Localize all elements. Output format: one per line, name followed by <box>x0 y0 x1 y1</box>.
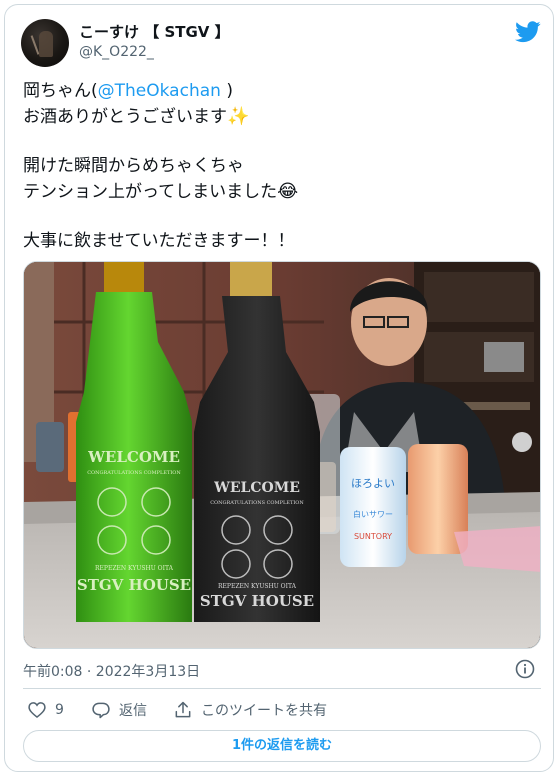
can-sublabel: 白いサワー <box>353 509 393 519</box>
bottle-right-house: STGV HOUSE <box>200 592 314 610</box>
tweet-line-2: お酒ありがとうございます✨ <box>23 106 250 127</box>
tweet-header: こーすけ 【 STGV 】 @K_O222_ <box>21 17 541 73</box>
like-count: 9 <box>55 702 64 718</box>
tweet-text: 岡ちゃん(@TheOkachan ) お酒ありがとうございます✨ 開けた瞬間から… <box>23 79 539 254</box>
like-button[interactable]: 9 <box>27 697 64 723</box>
tweet-line-5: 大事に飲ませていただきますー！！ <box>23 231 295 251</box>
bottle-left-congrats: CONGRATULATIONS COMPLETION <box>87 470 181 476</box>
tweet-line-3: 開けた瞬間からめちゃくちゃ <box>23 156 244 176</box>
bottle-right-repezen: REPEZEN KYUSHU OITA <box>218 583 297 590</box>
tweet-timestamp[interactable]: 午前0:08 · 2022年3月13日 <box>23 661 200 681</box>
divider <box>23 688 541 689</box>
info-icon[interactable] <box>515 659 535 679</box>
reply-button[interactable]: 返信 <box>91 697 147 723</box>
handle[interactable]: @K_O222_ <box>79 44 154 60</box>
share-button[interactable]: このツイートを共有 <box>173 697 327 723</box>
can-label: ほろよい <box>351 477 395 490</box>
heart-icon <box>28 702 46 719</box>
can-brand: SUNTORY <box>354 532 392 541</box>
bottle-left-welcome: WELCOME <box>87 448 180 466</box>
bottle-right-welcome: WELCOME <box>213 480 300 496</box>
tweet-photo[interactable]: ほろよい 白いサワー SUNTORY WELCOME CONGRATULATIO… <box>23 261 541 649</box>
read-replies-button[interactable]: 1件の返信を読む <box>23 730 541 762</box>
bottle-right-congrats: CONGRATULATIONS COMPLETION <box>210 500 304 506</box>
share-label: このツイートを共有 <box>201 703 327 719</box>
action-bar: 9 返信 このツイートを共有 <box>23 697 541 723</box>
sparkles-emoji: ✨ <box>227 106 250 127</box>
display-name[interactable]: こーすけ 【 STGV 】 <box>79 21 230 42</box>
avatar[interactable] <box>21 19 69 67</box>
reply-label: 返信 <box>119 703 147 719</box>
tears-of-joy-emoji: 😂 <box>277 181 299 202</box>
share-icon <box>175 701 191 718</box>
tweet-line-4: テンション上がってしまいました😂 <box>23 181 299 202</box>
tweet-card: こーすけ 【 STGV 】 @K_O222_ 岡ちゃん(@TheOkachan … <box>4 4 554 772</box>
twitter-bird-icon[interactable] <box>515 21 541 43</box>
bottle-left-repezen: REPEZEN KYUSHU OITA <box>95 565 174 572</box>
tweet-line-1: 岡ちゃん(@TheOkachan ) <box>23 81 233 101</box>
mention-link[interactable]: @TheOkachan <box>98 81 221 101</box>
photo-scene: ほろよい 白いサワー SUNTORY WELCOME CONGRATULATIO… <box>24 262 540 648</box>
bottle-left-house: STGV HOUSE <box>77 576 191 594</box>
reply-icon <box>92 702 110 719</box>
